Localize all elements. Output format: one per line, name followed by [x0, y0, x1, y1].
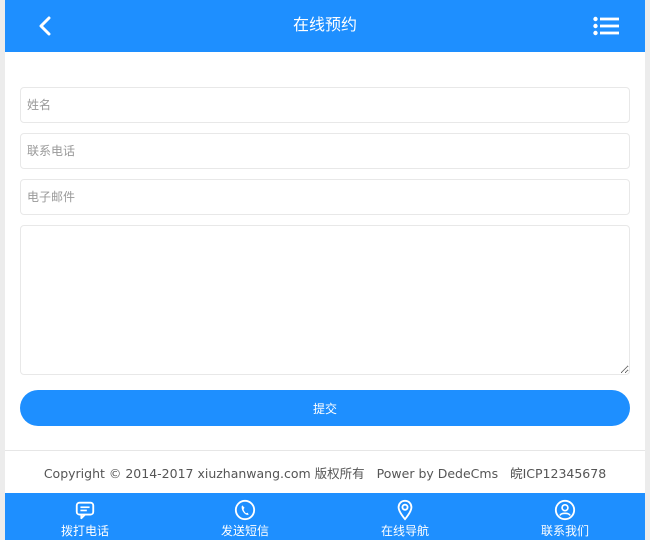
nav-item-map[interactable]: 在线导航	[325, 493, 485, 540]
chat-bubble-icon	[75, 501, 95, 520]
nav-label-sms: 发送短信	[220, 524, 269, 538]
page: 在线预约 提交 Copyright © 2014-2017 xiuzhanwan…	[5, 0, 645, 540]
list-menu-icon	[593, 16, 619, 36]
nav-item-call[interactable]: 拨打电话	[5, 493, 165, 540]
user-circle-icon	[554, 499, 576, 521]
nav-item-contact[interactable]: 联系我们	[485, 493, 645, 540]
copyright-text: Copyright © 2014-2017 xiuzhanwang.com 版权…	[43, 466, 365, 481]
footer-divider	[5, 450, 645, 451]
bottom-nav: 拨打电话 发送短信 在线导航 联系我们	[5, 493, 645, 540]
message-textarea[interactable]	[20, 225, 630, 375]
submit-button[interactable]: 提交	[20, 390, 630, 426]
header-bar: 在线预约	[5, 0, 645, 52]
nav-item-sms[interactable]: 发送短信	[165, 493, 325, 540]
phone-icon	[234, 499, 256, 521]
menu-button[interactable]	[591, 12, 621, 40]
powered-by-text: Power by DedeCms	[376, 466, 499, 481]
footer-copyright: Copyright © 2014-2017 xiuzhanwang.com 版权…	[5, 463, 645, 482]
nav-label-contact: 联系我们	[540, 524, 589, 538]
map-pin-icon	[397, 499, 413, 521]
email-input[interactable]	[20, 179, 630, 215]
nav-label-call: 拨打电话	[60, 524, 109, 538]
booking-form	[20, 87, 630, 375]
page-title: 在线预约	[292, 15, 357, 34]
nav-label-map: 在线导航	[380, 524, 429, 538]
icp-text: 皖ICP12345678	[510, 466, 607, 481]
phone-input[interactable]	[20, 133, 630, 169]
name-input[interactable]	[20, 87, 630, 123]
